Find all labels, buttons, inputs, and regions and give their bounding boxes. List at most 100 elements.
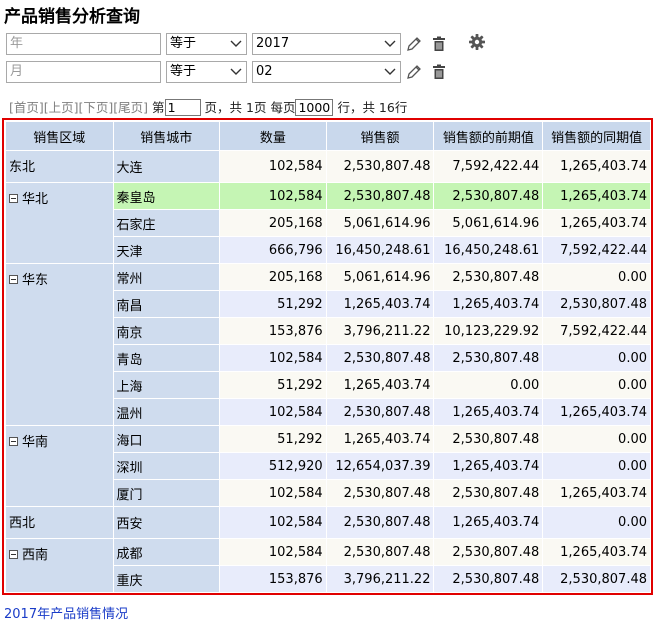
prev-page-link[interactable]: [上页]	[44, 100, 79, 115]
same-period-cell: 0.00	[542, 506, 651, 539]
sales-cell: 1,265,403.74	[325, 371, 435, 399]
operator-select[interactable]: 等于	[166, 33, 247, 55]
region-cell: 华南	[5, 425, 114, 507]
last-page-link[interactable]: [尾页]	[113, 100, 148, 115]
prev-period-cell: 1,265,403.74	[433, 290, 544, 318]
qty-cell: 51,292	[219, 290, 327, 318]
same-period-cell: 2,530,807.48	[542, 565, 651, 593]
same-period-cell: 1,265,403.74	[542, 150, 651, 183]
prev-period-cell: 1,265,403.74	[433, 452, 544, 480]
same-period-cell: 7,592,422.44	[542, 317, 651, 345]
footer-report-link[interactable]: 2017年产品销售情况	[4, 603, 128, 622]
city-cell: 青岛	[112, 344, 221, 372]
prev-period-cell: 7,592,422.44	[433, 150, 544, 183]
prev-period-cell: 10,123,229.92	[433, 317, 544, 345]
qty-cell: 102,584	[219, 344, 327, 372]
header-region[interactable]: 销售区域	[5, 121, 114, 151]
qty-cell: 512,920	[219, 452, 327, 480]
operator-value: 等于	[170, 36, 197, 51]
prev-period-cell: 2,530,807.48	[433, 263, 544, 291]
collapse-minus-icon[interactable]	[9, 275, 18, 284]
collapse-minus-icon[interactable]	[9, 550, 18, 559]
region-label: 西北	[9, 516, 36, 531]
trash-icon[interactable]	[430, 35, 448, 53]
city-cell: 南京	[112, 317, 221, 345]
prev-period-cell: 5,061,614.96	[433, 209, 544, 237]
collapse-minus-icon[interactable]	[9, 437, 18, 446]
table-row: 西北 西安 102,584 2,530,807.48 1,265,403.74 0.00	[5, 506, 651, 539]
field-select-month[interactable]: 月	[6, 61, 161, 83]
same-period-cell: 1,265,403.74	[542, 538, 651, 566]
sales-cell: 2,530,807.48	[325, 182, 435, 210]
region-label: 华东	[22, 273, 49, 288]
sales-cell: 1,265,403.74	[325, 290, 435, 318]
collapse-minus-icon[interactable]	[9, 194, 18, 203]
filter-row-month: 月 等于 02	[6, 61, 646, 85]
value-text: 02	[256, 64, 273, 79]
qty-cell: 102,584	[219, 150, 327, 183]
field-select-year[interactable]: 年	[6, 33, 161, 55]
page-prefix: 第	[152, 100, 165, 115]
same-period-cell: 0.00	[542, 371, 651, 399]
table-row: 华北 秦皇岛 102,584 2,530,807.48 2,530,807.48 1,26…	[5, 182, 651, 264]
prev-period-cell: 0.00	[433, 371, 544, 399]
operator-select[interactable]: 等于	[166, 61, 247, 83]
sales-report-table: 销售区域 销售城市 数量 销售额 销售额的前期值 销售额的同期值 东北 大连 102…	[5, 121, 651, 593]
chevron-down-icon	[384, 34, 396, 61]
pencil-icon[interactable]	[405, 63, 423, 81]
same-period-cell: 7,592,422.44	[542, 236, 651, 264]
per-page-input[interactable]: 1000	[295, 99, 334, 116]
table-row: 华东 常州 205,168 5,061,614.96 2,530,807.48 0.00	[5, 263, 651, 426]
chevron-down-icon	[230, 34, 242, 61]
header-qty[interactable]: 数量	[219, 121, 327, 151]
sales-cell: 12,654,037.39	[325, 452, 435, 480]
city-cell: 秦皇岛	[112, 182, 221, 210]
header-sales[interactable]: 销售额	[325, 121, 435, 151]
qty-cell: 102,584	[219, 398, 327, 426]
prev-period-cell: 2,530,807.48	[433, 538, 544, 566]
trash-icon[interactable]	[430, 63, 448, 81]
same-period-cell: 1,265,403.74	[542, 479, 651, 507]
city-cell: 海口	[112, 425, 221, 453]
qty-cell: 102,584	[219, 479, 327, 507]
pencil-icon[interactable]	[405, 35, 423, 53]
region-cell: 西南	[5, 538, 114, 593]
sales-cell: 2,530,807.48	[325, 506, 435, 539]
qty-cell: 102,584	[219, 182, 327, 210]
same-period-cell: 0.00	[542, 452, 651, 480]
same-period-cell: 1,265,403.74	[542, 182, 651, 210]
header-prev[interactable]: 销售额的前期值	[433, 121, 544, 151]
table-row: 东北 大连 102,584 2,530,807.48 7,592,422.44 1,265…	[5, 150, 651, 183]
prev-period-cell: 1,265,403.74	[433, 506, 544, 539]
sales-cell: 3,796,211.22	[325, 317, 435, 345]
city-cell: 南昌	[112, 290, 221, 318]
page-suffix: 页，共 1页 每页	[204, 100, 296, 115]
table-row: 华南 海口 51,292 1,265,403.74 2,530,807.48 0.00	[5, 425, 651, 507]
prev-period-cell: 16,450,248.61	[433, 236, 544, 264]
gear-icon[interactable]	[468, 33, 486, 51]
qty-cell: 102,584	[219, 538, 327, 566]
qty-cell: 153,876	[219, 317, 327, 345]
qty-cell: 51,292	[219, 371, 327, 399]
sales-cell: 2,530,807.48	[325, 344, 435, 372]
city-cell: 成都	[112, 538, 221, 566]
value-select-year[interactable]: 2017	[252, 33, 401, 55]
region-label: 华南	[22, 435, 49, 450]
page-number-input[interactable]: 1	[164, 99, 201, 116]
first-page-link[interactable]: [首页]	[9, 100, 44, 115]
pager: [首页][上页][下页][尾页] 第1 页，共 1页 每页 1000 行，共 16…	[9, 98, 407, 118]
prev-period-cell: 2,530,807.48	[433, 479, 544, 507]
sales-cell: 1,265,403.74	[325, 425, 435, 453]
qty-cell: 205,168	[219, 263, 327, 291]
same-period-cell: 0.00	[542, 263, 651, 291]
value-select-month[interactable]: 02	[252, 61, 401, 83]
table-row: 西南 成都 102,584 2,530,807.48 2,530,807.48 1,265…	[5, 538, 651, 593]
same-period-cell: 0.00	[542, 425, 651, 453]
city-cell: 厦门	[112, 479, 221, 507]
page-title: 产品销售分析查询	[4, 7, 140, 27]
header-city[interactable]: 销售城市	[112, 121, 221, 151]
region-cell: 华北	[5, 182, 114, 264]
header-same[interactable]: 销售额的同期值	[542, 121, 651, 151]
next-page-link[interactable]: [下页]	[79, 100, 114, 115]
same-period-cell: 2,530,807.48	[542, 290, 651, 318]
